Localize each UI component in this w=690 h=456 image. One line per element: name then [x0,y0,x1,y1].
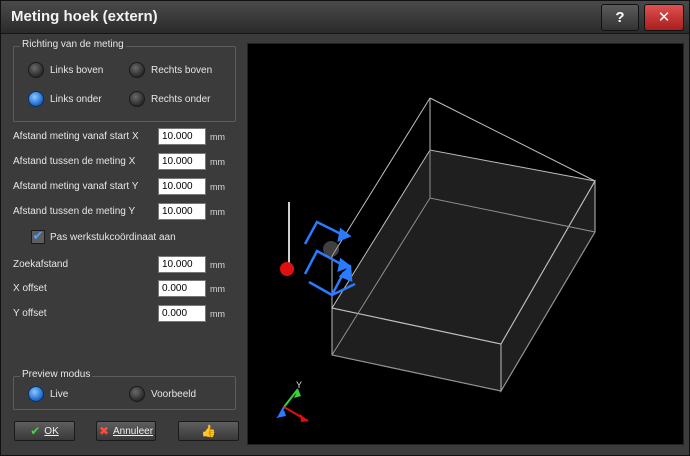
workpiece-box [331,97,596,393]
dialog-window: Meting hoek (extern) ? ✕ Richting van de… [0,0,690,456]
search-distance-input[interactable] [158,256,206,273]
field-label-start-x: Afstand meting vanaf start X [13,131,139,142]
unit-x-offset: mm [210,284,225,294]
field-label-search-distance: Zoekafstand [13,259,69,270]
between-y-input[interactable] [158,203,206,220]
radio-links-onder[interactable]: Links onder [28,91,102,107]
axis-triad-icon: Y [276,380,309,422]
radio-links-boven[interactable]: Links boven [28,62,103,78]
unit-search-distance: mm [210,260,225,270]
unit-y-offset: mm [210,309,225,319]
cross-icon: ✖ [98,424,110,438]
radio-indicator-rechts-onder [129,91,145,107]
window-title: Meting hoek (extern) [11,8,158,25]
radio-label-live: Live [50,388,69,400]
thumbs-up-button[interactable]: 👍 [178,421,239,441]
radio-indicator-rechts-boven [129,62,145,78]
start-x-input[interactable] [158,128,206,145]
ok-label: OK [44,425,59,437]
thumbs-up-icon: 👍 [201,424,216,438]
probe-stylus [280,202,294,276]
3d-preview-viewport[interactable]: Y [247,43,684,445]
radio-label-links-onder: Links onder [50,93,102,105]
between-x-input[interactable] [158,153,206,170]
preview-scene: Y [276,97,596,422]
adjust-workpiece-checkbox[interactable]: ✔ [31,230,45,244]
radio-indicator-links-boven [28,62,44,78]
radio-label-links-boven: Links boven [50,64,104,76]
field-label-x-offset: X offset [13,283,47,294]
radio-label-rechts-boven: Rechts boven [151,64,213,76]
field-label-between-y: Afstand tussen de meting Y [13,206,136,217]
help-button[interactable]: ? [601,4,639,31]
field-label-y-offset: Y offset [13,308,47,319]
radio-indicator-live [28,386,44,402]
radio-voorbeeld[interactable]: Voorbeeld [129,386,196,402]
probe-ball-icon [280,262,294,276]
radio-rechts-onder[interactable]: Rechts onder [129,91,210,107]
radio-label-voorbeeld: Voorbeeld [151,388,197,400]
unit-between-x: mm [210,157,225,167]
x-offset-input[interactable] [158,280,206,297]
unit-start-x: mm [210,132,225,142]
direction-group: Richting van de meting Links boven Recht… [13,39,236,122]
field-label-start-y: Afstand meting vanaf start Y [13,181,139,192]
field-label-between-x: Afstand tussen de meting X [13,156,136,167]
radio-label-rechts-onder: Rechts onder [151,93,211,105]
preview-mode-group: Preview modus Live Voorbeeld [13,369,236,410]
probe-target-marker [323,241,339,257]
close-button[interactable]: ✕ [644,4,684,31]
radio-indicator-voorbeeld [129,386,145,402]
settings-panel: Richting van de meting Links boven Recht… [1,35,247,455]
ok-button[interactable]: ✔ OK [14,421,75,441]
axis-y-label: Y [296,380,302,390]
checkmark-icon: ✔ [30,424,41,438]
adjust-workpiece-label: Pas werkstukcoördinaat aan [50,232,176,243]
unit-start-y: mm [210,182,225,192]
preview-mode-legend: Preview modus [20,369,93,380]
radio-live[interactable]: Live [28,386,68,402]
radio-rechts-boven[interactable]: Rechts boven [129,62,212,78]
title-bar: Meting hoek (extern) ? ✕ [1,1,689,34]
unit-between-y: mm [210,207,225,217]
cancel-label: Annuleer [113,425,154,437]
direction-legend: Richting van de meting [20,39,126,50]
y-offset-input[interactable] [158,305,206,322]
cancel-button[interactable]: ✖ Annuleer [96,421,156,441]
radio-indicator-links-onder [28,91,44,107]
start-y-input[interactable] [158,178,206,195]
